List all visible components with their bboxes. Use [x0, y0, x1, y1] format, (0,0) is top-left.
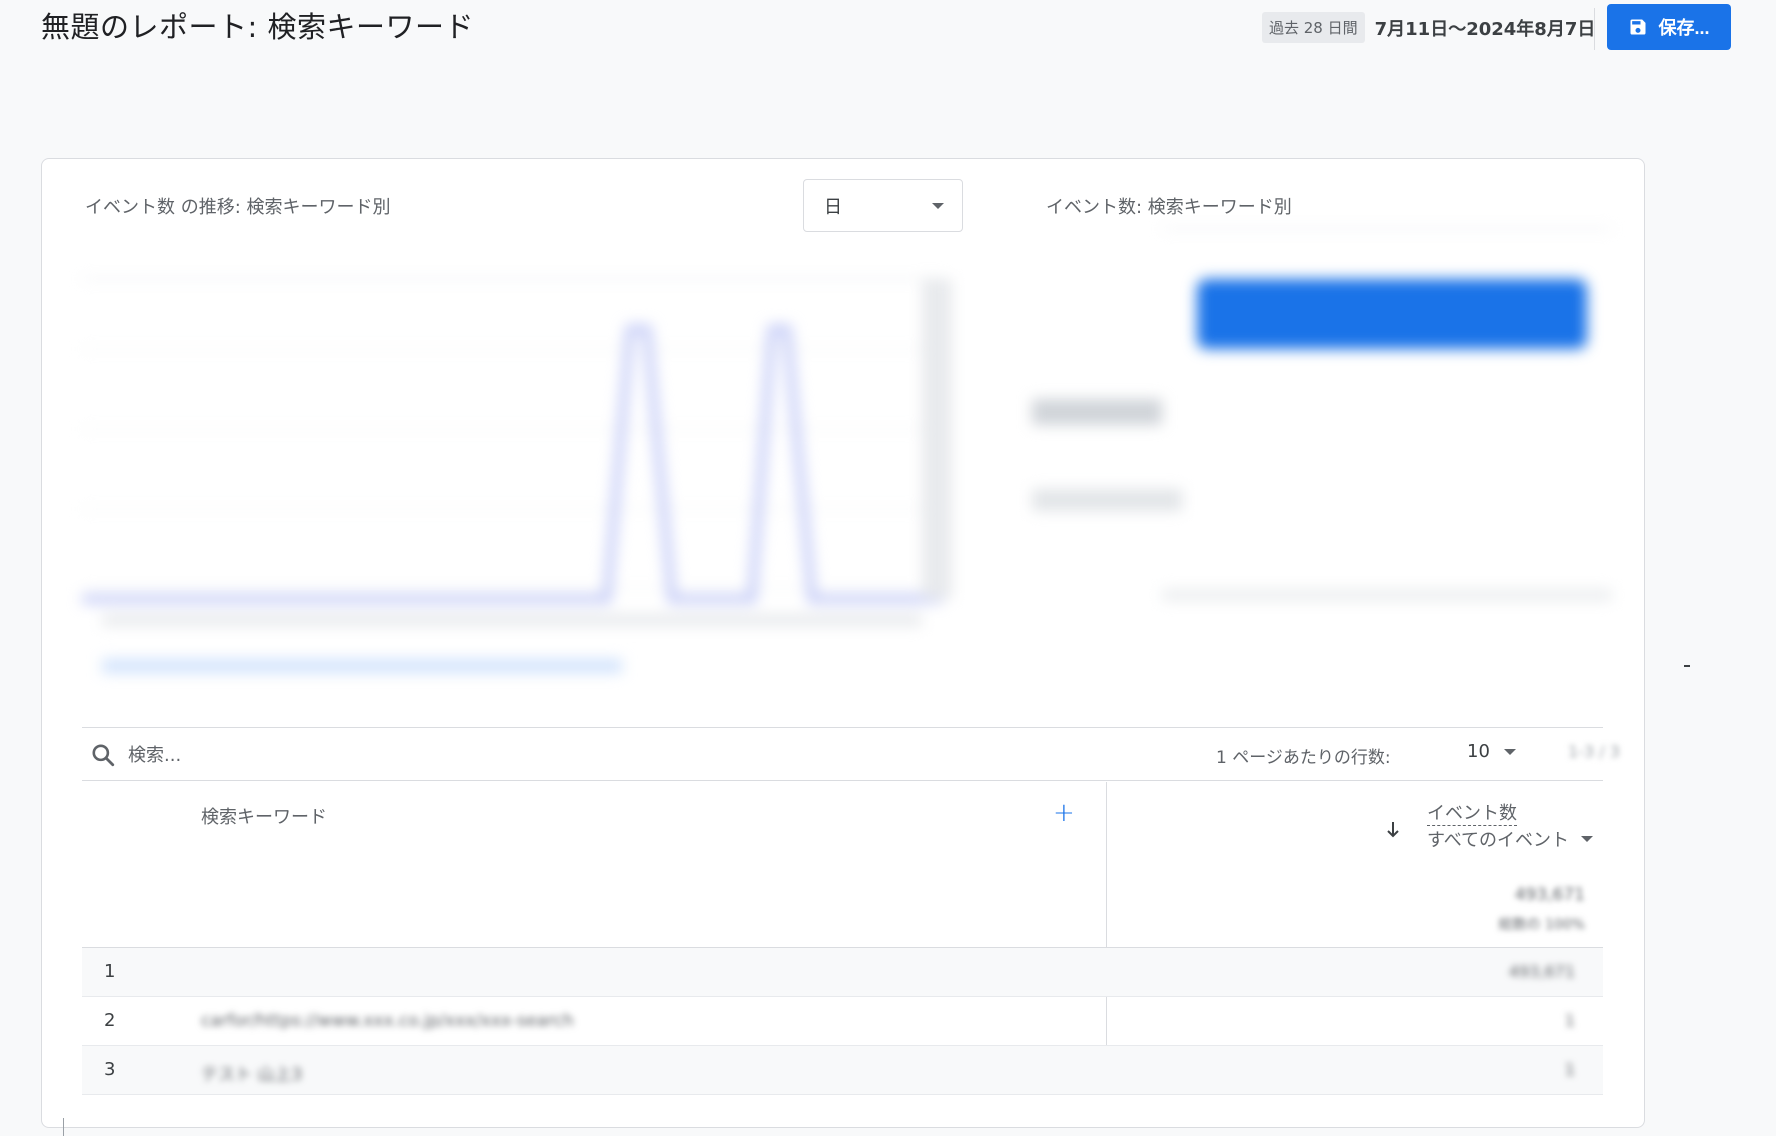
metric-total-value: 493,671 [1514, 885, 1585, 905]
metric-filter-select[interactable]: すべてのイベント [1427, 826, 1594, 852]
rows-per-page-value: 10 [1467, 741, 1490, 762]
save-button[interactable]: 保存... [1607, 4, 1731, 50]
metric-total: 493,671 総数の 100% [1499, 885, 1585, 934]
row-keyword: carfor/https://www.xxx.co.jp/xxx/xxx-sea… [201, 1011, 574, 1031]
row-index: 3 [104, 1059, 116, 1080]
save-icon [1630, 19, 1646, 35]
bar-chart-title: イベント数: 検索キーワード別 [1046, 197, 1292, 218]
rows-per-page-select[interactable]: 10 [1467, 741, 1516, 762]
search-input[interactable] [128, 740, 528, 770]
pagination-info: 1-3 / 3 [1568, 742, 1620, 761]
bar-chart [1032, 228, 1612, 601]
table-header: 検索キーワード + イベント数 すべてのイベント 493,671 総数の 100… [82, 782, 1603, 948]
date-range-chip: 過去 28 日間 [1262, 12, 1365, 43]
row-index: 1 [104, 961, 116, 982]
line-chart [82, 278, 952, 673]
date-range-text: 7月11日～2024年8月7日 [1374, 18, 1596, 40]
header-divider [1594, 8, 1595, 50]
table-toolbar: 1 ページあたりの行数: 10 1-3 / 3 [82, 727, 1620, 781]
row-index: 2 [104, 1010, 116, 1031]
report-title: 無題のレポート: 検索キーワード [41, 10, 474, 44]
row-keyword: テスト 山上3 [201, 1065, 303, 1085]
page-edge-line [63, 1118, 64, 1136]
metric-filter-value: すべてのイベント [1427, 830, 1570, 851]
table-row[interactable]: 2 carfor/https://www.xxx.co.jp/xxx/xxx-s… [82, 997, 1603, 1046]
dimension-header[interactable]: 検索キーワード [201, 803, 327, 829]
row-value: 1 [1564, 1060, 1575, 1079]
row-value: 493,671 [1508, 962, 1575, 981]
data-table: 検索キーワード + イベント数 すべてのイベント 493,671 総数の 100… [82, 782, 1603, 1095]
scroll-marker [1684, 665, 1690, 667]
table-row[interactable]: 3 テスト 山上3 1 [82, 1046, 1603, 1095]
granularity-dropdown[interactable]: 日 [803, 179, 963, 232]
sort-descending-icon[interactable] [1384, 820, 1402, 840]
add-dimension-button[interactable]: + [1053, 800, 1075, 826]
rows-per-page-label: 1 ページあたりの行数: [1216, 748, 1391, 768]
chevron-down-icon [932, 202, 944, 209]
search-icon [92, 744, 115, 767]
report-page: 無題のレポート: 検索キーワード 過去 28 日間 7月11日～2024年8月7… [0, 0, 1776, 1136]
row-value: 1 [1564, 1011, 1575, 1030]
table-row[interactable]: 1 493,671 [82, 948, 1603, 997]
chevron-down-icon [1503, 748, 1516, 755]
save-button-label: 保存... [1658, 18, 1710, 38]
metric-header[interactable]: イベント数 [1427, 799, 1517, 826]
chevron-down-icon [1581, 836, 1594, 842]
date-range-selector[interactable]: 過去 28 日間 7月11日～2024年8月7日 [1262, 12, 1595, 43]
granularity-value: 日 [824, 196, 842, 218]
line-chart-title: イベント数 の推移: 検索キーワード別 [85, 197, 391, 218]
metric-total-sub: 総数の 100% [1498, 917, 1585, 933]
